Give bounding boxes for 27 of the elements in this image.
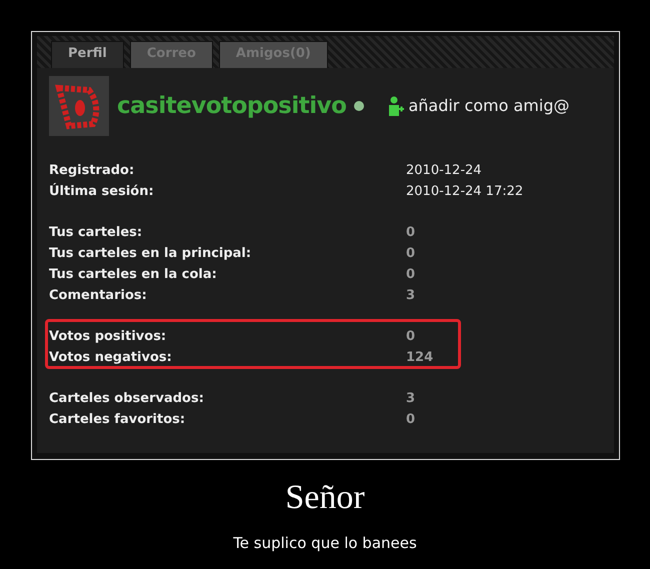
logo-icon: [49, 76, 109, 136]
stat-label: Tus carteles en la cola:: [49, 266, 218, 284]
stat-value: 124: [406, 349, 434, 367]
stat-label: Tus carteles en la principal:: [49, 245, 252, 263]
stat-label: Votos positivos:: [49, 328, 168, 346]
stat-label: Carteles observados:: [49, 390, 205, 408]
stat-value: 0: [406, 245, 416, 263]
stat-label: Comentarios:: [49, 287, 148, 305]
stat-value: 3: [406, 287, 416, 305]
stat-value: 0: [406, 328, 416, 346]
stat-value: 0: [406, 224, 416, 242]
stat-value: 0: [406, 266, 416, 284]
stat-label: Votos negativos:: [49, 349, 173, 367]
stat-value: 2010-12-24: [406, 162, 482, 180]
add-friend-link[interactable]: añadir como amig@: [388, 94, 570, 118]
stat-label: Registrado:: [49, 162, 136, 180]
stat-label: Tus carteles:: [49, 224, 144, 242]
poster-title: Señor: [284, 478, 366, 518]
stat-value: 3: [406, 390, 416, 408]
username[interactable]: casitevotopositivo: [117, 88, 346, 124]
stat-label: Última sesión:: [49, 182, 155, 201]
poster-caption: Te suplico que lo banees: [232, 533, 418, 554]
add-user-icon: [388, 96, 404, 116]
stat-value: 2010-12-24 17:22: [406, 183, 524, 201]
stat-value: 0: [406, 411, 416, 429]
tab[interactable]: Perfil: [51, 41, 124, 68]
stat-label: Carteles favoritos:: [49, 411, 186, 429]
